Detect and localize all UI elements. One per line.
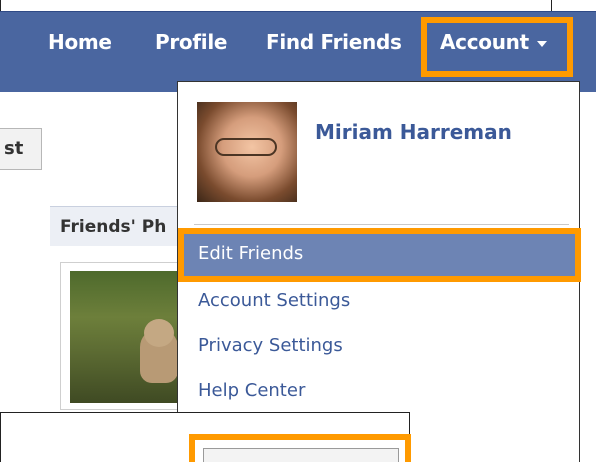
menu-item-account-settings[interactable]: Account Settings: [198, 290, 350, 311]
account-label: Account: [440, 30, 529, 54]
account-dropdown-menu: Miriam Harreman Edit Friends Account Set…: [177, 81, 581, 462]
nav-profile-link[interactable]: Profile: [155, 30, 227, 54]
avatar-glasses-shape: [215, 138, 277, 156]
account-menu-button[interactable]: Account: [440, 30, 547, 54]
chevron-down-icon: [536, 40, 547, 47]
nav-find-friends-link[interactable]: Find Friends: [266, 30, 402, 54]
partial-button[interactable]: st: [0, 128, 42, 170]
bottom-partial-button[interactable]: [203, 448, 399, 462]
dog-head-shape: [144, 319, 174, 347]
friends-photos-header: Friends' Ph: [50, 206, 180, 246]
edit-friends-highlight-box: [178, 228, 581, 282]
menu-item-help-center[interactable]: Help Center: [198, 380, 305, 401]
user-name-link[interactable]: Miriam Harreman: [315, 120, 512, 144]
menu-item-privacy-settings[interactable]: Privacy Settings: [198, 335, 343, 356]
friend-photo[interactable]: [70, 271, 182, 403]
menu-divider: [194, 224, 569, 225]
nav-home-link[interactable]: Home: [48, 30, 112, 54]
friend-photo-frame[interactable]: [60, 262, 190, 410]
avatar[interactable]: [197, 102, 297, 202]
